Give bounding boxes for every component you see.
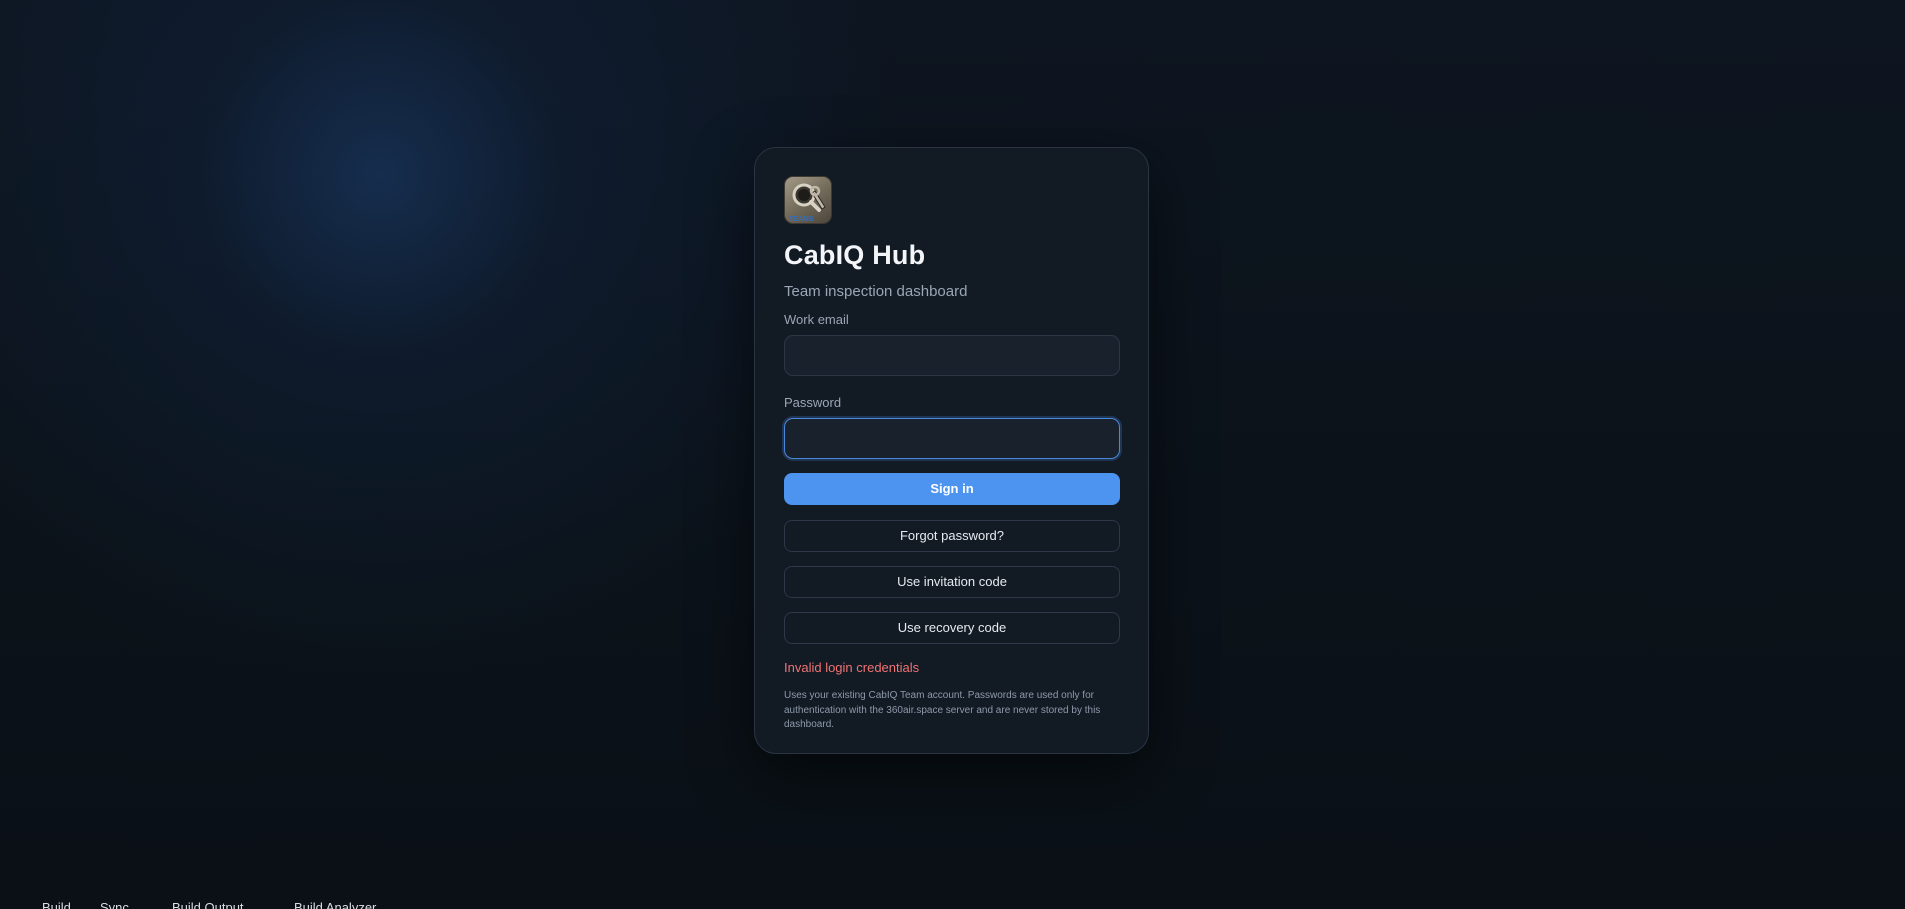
tab-build-output[interactable]: Build Output xyxy=(172,901,244,909)
app-subtitle: Team inspection dashboard xyxy=(784,283,968,300)
forgot-password-button[interactable]: Forgot password? xyxy=(784,520,1120,552)
privacy-note: Uses your existing CabIQ Team account. P… xyxy=(784,690,1101,730)
password-label: Password xyxy=(784,395,842,410)
app-title: CabIQ Hub xyxy=(784,240,926,270)
email-field[interactable] xyxy=(784,335,1120,376)
magnifier-wrench-icon: TEAMS xyxy=(789,183,826,223)
app-logo: TEAMS xyxy=(784,176,832,224)
email-label: Work email xyxy=(784,312,849,327)
logo-badge: TEAMS xyxy=(789,216,814,223)
invitation-code-button[interactable]: Use invitation code xyxy=(784,566,1120,598)
sign-in-button[interactable]: Sign in xyxy=(784,473,1120,505)
bottom-tool-tabs: Build Sync Build Output Build Analyzer xyxy=(0,898,1905,909)
error-message: Invalid login credentials xyxy=(784,660,920,675)
tab-build[interactable]: Build xyxy=(42,901,71,909)
password-field[interactable] xyxy=(784,418,1120,459)
login-card: TEAMS CabIQ Hub Team inspection dashboar… xyxy=(754,147,1149,754)
recovery-code-button[interactable]: Use recovery code xyxy=(784,612,1120,644)
tab-build-analyzer[interactable]: Build Analyzer xyxy=(294,901,376,909)
tab-sync[interactable]: Sync xyxy=(100,901,129,909)
